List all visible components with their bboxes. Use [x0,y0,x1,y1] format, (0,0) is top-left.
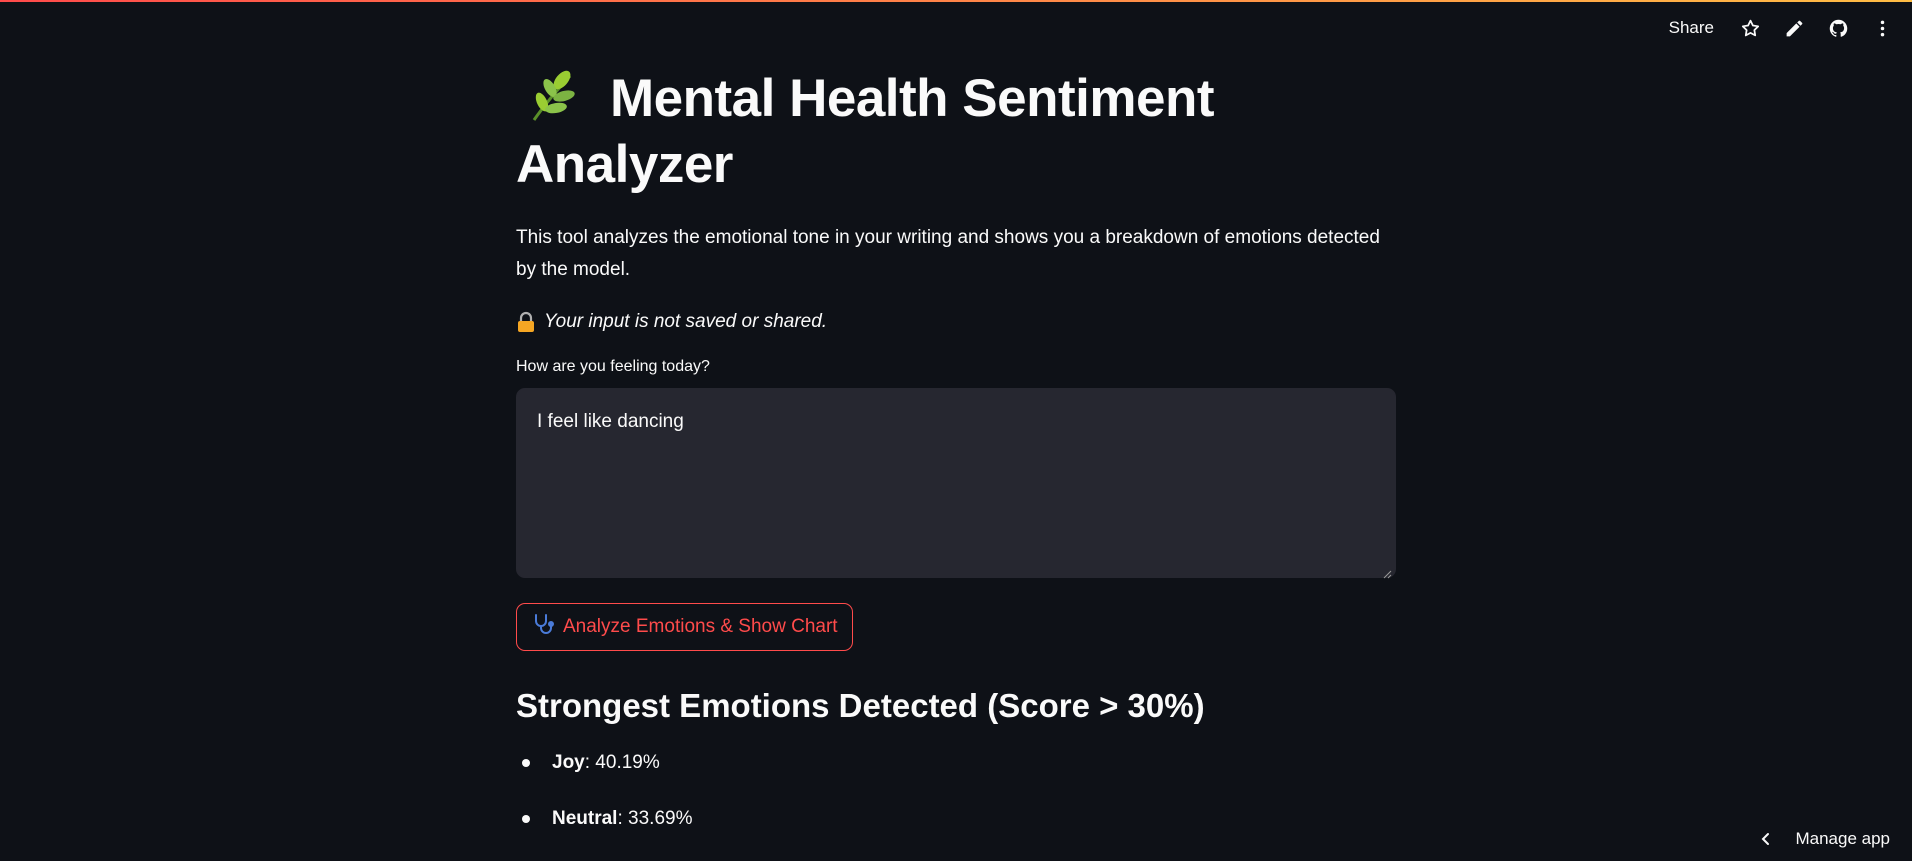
bullet-icon [522,759,530,767]
emotion-name: Neutral [552,808,617,830]
github-icon[interactable] [1820,12,1856,44]
more-vertical-icon[interactable] [1864,12,1900,44]
main-content: Mental Health Sentiment Analyzer This to… [516,66,1396,861]
manage-app-label: Manage app [1795,829,1890,849]
title-line-1: Mental Health Sentiment [610,69,1214,128]
page-title: Mental Health Sentiment Analyzer [516,66,1396,198]
privacy-note: Your input is not saved or shared. [516,306,1396,338]
emotion-score: : 33.69% [617,808,692,830]
list-item: Joy : 40.19% [516,749,1396,777]
lock-icon [516,311,536,333]
emotion-name: Joy [552,752,585,774]
list-item: Neutral : 33.69% [516,805,1396,833]
intro-description: This tool analyzes the emotional tone in… [516,222,1396,286]
feeling-input-label: How are you feeling today? [516,356,1396,378]
privacy-text: Your input is not saved or shared. [544,306,827,338]
resize-handle[interactable] [1382,569,1392,579]
herb-icon [524,70,582,124]
feeling-input[interactable] [516,388,1396,578]
manage-app-button[interactable]: Manage app [1759,827,1890,851]
emotion-list: Joy : 40.19% Neutral : 33.69% [516,749,1396,833]
analyze-button[interactable]: Analyze Emotions & Show Chart [516,603,853,651]
chevron-left-icon [1759,832,1773,846]
feeling-input-wrapper [516,378,1396,583]
star-icon[interactable] [1732,12,1768,44]
emotion-score: : 40.19% [585,752,660,774]
share-button[interactable]: Share [1659,12,1724,44]
pencil-icon[interactable] [1776,12,1812,44]
stethoscope-icon [531,612,555,642]
bullet-icon [522,815,530,823]
top-accent-bar [0,0,1912,2]
analyze-button-label: Analyze Emotions & Show Chart [563,616,838,638]
title-line-2: Analyzer [516,135,733,194]
results-title: Strongest Emotions Detected (Score > 30%… [516,685,1396,727]
app-toolbar: Share [1659,12,1900,44]
